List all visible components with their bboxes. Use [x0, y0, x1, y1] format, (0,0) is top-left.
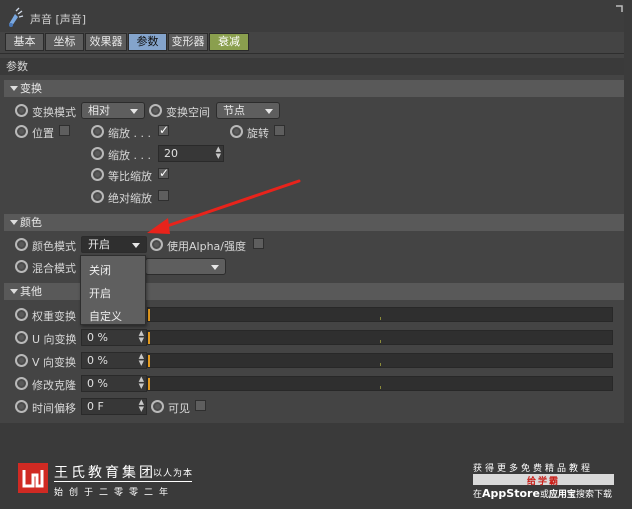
ad-badge-text: 给学霸 — [526, 477, 560, 487]
ad-footer: 在AppStore或应用宝搜索下载 — [473, 487, 612, 500]
ad-footer-prefix: 在 — [473, 490, 483, 500]
brand-subline: 始创于二零零二年 — [54, 488, 175, 498]
ad-footer-mid: 或 — [539, 490, 549, 500]
ad-headline: 获得更多免费精品教程 — [473, 464, 594, 474]
ad-footer-app: 应用宝 — [548, 490, 576, 500]
brand-slogan: 以人为本 — [153, 469, 194, 479]
scrollbar[interactable] — [624, 0, 632, 423]
ad-badge: 给学霸 — [473, 474, 614, 487]
brand-underline — [54, 481, 192, 482]
ad-footer-suffix: 搜索下载 — [575, 490, 612, 500]
brand-name: 王氏教育集团 — [54, 465, 156, 481]
wangshi-logo-icon — [18, 463, 48, 493]
ad-footer-store: AppStore — [482, 487, 540, 500]
